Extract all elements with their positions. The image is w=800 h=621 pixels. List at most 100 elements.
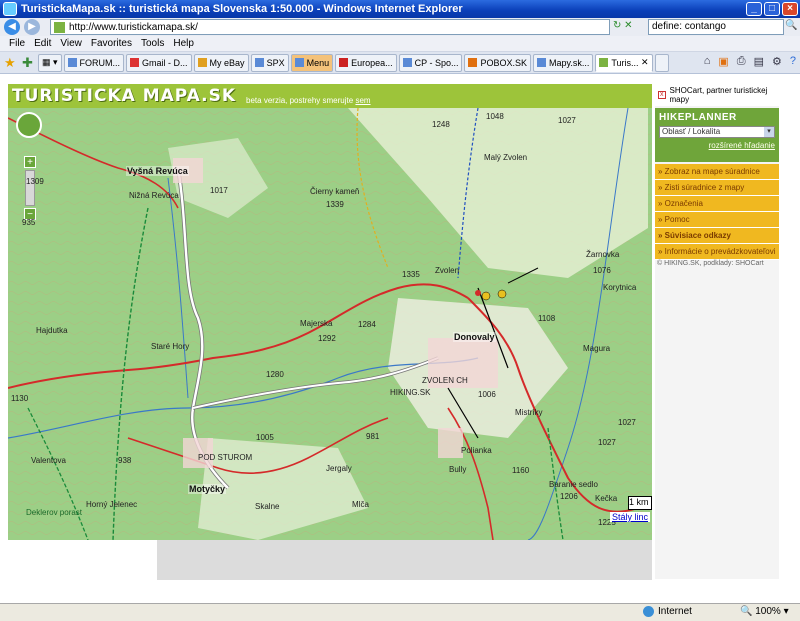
menu-related-links[interactable]: » Súvisiace odkazy bbox=[655, 228, 779, 244]
ie-icon bbox=[3, 2, 17, 16]
map-label: Mlča bbox=[352, 500, 369, 509]
help-icon[interactable]: ? bbox=[790, 55, 796, 68]
home-icon[interactable]: ⌂ bbox=[704, 55, 711, 68]
shocart-banner[interactable]: x SHOCart, partner turistickej mapy bbox=[655, 84, 779, 106]
elevation-label: 1206 bbox=[560, 492, 578, 501]
add-favorite-icon[interactable]: ✚ bbox=[22, 55, 36, 71]
broken-image-icon: x bbox=[658, 91, 666, 99]
tab-icon bbox=[599, 58, 609, 67]
elevation-label: 1076 bbox=[593, 266, 611, 275]
minimize-button[interactable]: _ bbox=[746, 2, 762, 16]
tab-icon bbox=[197, 58, 207, 67]
search-icon[interactable]: 🔍 bbox=[785, 20, 797, 34]
print-icon[interactable]: ⎙ bbox=[737, 55, 746, 68]
map-label: Staré Hory bbox=[151, 342, 190, 351]
elevation-label: 981 bbox=[366, 432, 380, 441]
elevation-label: 1309 bbox=[26, 177, 44, 186]
chevron-down-icon[interactable]: ▾ bbox=[764, 127, 774, 137]
feeds-icon[interactable]: ▣ bbox=[718, 55, 728, 68]
refresh-icon[interactable]: ↻ ✕ bbox=[613, 20, 643, 34]
map-label: Vyšná Revúca bbox=[126, 166, 189, 176]
new-tab-button[interactable] bbox=[654, 53, 669, 72]
elevation-label: 1017 bbox=[210, 186, 228, 195]
tab-icon bbox=[537, 58, 547, 67]
sidebar-panel: x SHOCart, partner turistickej mapy HIKE… bbox=[655, 84, 779, 579]
tab-spx[interactable]: SPX bbox=[250, 53, 289, 72]
security-zone[interactable]: Internet bbox=[643, 606, 692, 617]
tab-mapy[interactable]: Mapy.sk... bbox=[533, 53, 594, 72]
tab-cp[interactable]: CP - Spo... bbox=[398, 53, 463, 72]
map-label: Kečka bbox=[595, 494, 618, 503]
tab-icon bbox=[468, 58, 478, 67]
map-label: Motyčky bbox=[188, 484, 227, 494]
tab-icon bbox=[339, 58, 349, 67]
menu-get-coordinates[interactable]: » Zisti súradnice z mapy bbox=[655, 180, 779, 196]
map-zoom-control: + − bbox=[16, 112, 42, 220]
menu-file[interactable]: File bbox=[9, 38, 25, 49]
zoom-in-button[interactable]: + bbox=[24, 156, 36, 168]
map-label: Zvolen bbox=[435, 266, 460, 275]
location-select[interactable]: Oblasť / Lokalita ▾ bbox=[659, 126, 775, 138]
back-button[interactable]: ◀ bbox=[4, 19, 20, 35]
tab-pobox[interactable]: POBOX.SK bbox=[464, 53, 532, 72]
map-label: Majerska bbox=[300, 319, 333, 328]
page-icon[interactable]: ▤ bbox=[754, 55, 764, 68]
tab-ebay[interactable]: My eBay bbox=[193, 53, 249, 72]
map-label: POD STUROM bbox=[198, 453, 253, 462]
tab-menu[interactable]: Menu bbox=[290, 53, 334, 72]
globe-icon bbox=[643, 606, 654, 617]
menu-markings[interactable]: » Označenia bbox=[655, 196, 779, 212]
menu-operator-info[interactable]: » Informácie o prevádzkovateľovi bbox=[655, 244, 779, 260]
elevation-label: 938 bbox=[118, 456, 132, 465]
elevation-label: 1130 bbox=[11, 394, 29, 403]
tab-turisticka[interactable]: Turis... ✕ bbox=[595, 53, 653, 72]
command-bar: ⌂ ▣ ⎙ ▤ ⚙ ? bbox=[696, 55, 796, 68]
address-field[interactable]: http://www.turistickamapa.sk/ bbox=[50, 19, 610, 35]
forward-button[interactable]: ▶ bbox=[24, 19, 40, 35]
search-input[interactable]: define: contango bbox=[648, 19, 784, 35]
elevation-label: 935 bbox=[22, 218, 36, 227]
map-label: Magura bbox=[583, 344, 611, 353]
tab-forum[interactable]: FORUM... bbox=[63, 53, 125, 72]
menu-tools[interactable]: Tools bbox=[141, 38, 164, 49]
tools-icon[interactable]: ⚙ bbox=[772, 55, 782, 68]
quick-tabs-button[interactable]: ▦ ▾ bbox=[38, 53, 62, 72]
map-label: Bully bbox=[449, 465, 467, 474]
advanced-search-link[interactable]: rozšírené hľadanie bbox=[709, 141, 775, 150]
map-label: Nižná Revúca bbox=[129, 191, 179, 200]
elevation-label: 1292 bbox=[318, 334, 336, 343]
address-url: http://www.turistickamapa.sk/ bbox=[69, 21, 198, 33]
map-label: Donovaly bbox=[453, 332, 496, 342]
map-label: Jergaly bbox=[326, 464, 352, 473]
tab-icon bbox=[402, 58, 412, 67]
map-label: Skalne bbox=[255, 502, 280, 511]
hikeplanner-box: HIKEPLANNER Oblasť / Lokalita ▾ rozšíren… bbox=[655, 108, 779, 162]
tab-icon bbox=[294, 58, 304, 67]
tab-gmail[interactable]: Gmail - D... bbox=[126, 53, 192, 72]
close-button[interactable]: × bbox=[782, 2, 798, 16]
maximize-button[interactable]: □ bbox=[764, 2, 780, 16]
static-link[interactable]: Stály linc bbox=[609, 512, 650, 522]
pan-control-icon[interactable] bbox=[16, 112, 42, 138]
window-title: TuristickaMapa.sk :: turistická mapa Slo… bbox=[21, 3, 463, 15]
zoom-level[interactable]: 🔍 100% ▾ bbox=[740, 606, 789, 617]
menu-edit[interactable]: Edit bbox=[34, 38, 51, 49]
map-label: Mistríky bbox=[515, 408, 543, 417]
favorites-star-icon[interactable]: ★ bbox=[4, 55, 18, 71]
feedback-link[interactable]: sem bbox=[355, 96, 370, 105]
elevation-label: 1108 bbox=[538, 314, 556, 323]
menu-favorites[interactable]: Favorites bbox=[91, 38, 132, 49]
menu-view[interactable]: View bbox=[60, 38, 82, 49]
elevation-label: 1248 bbox=[432, 120, 450, 129]
elevation-label: 1339 bbox=[326, 200, 344, 209]
menu-help[interactable]: Help bbox=[173, 38, 194, 49]
map-label: Žarnovka bbox=[586, 250, 620, 259]
tab-european[interactable]: Europea... bbox=[335, 53, 397, 72]
site-logo[interactable]: TURISTICKA MAPA.SK bbox=[8, 86, 236, 106]
elevation-label: 1027 bbox=[558, 116, 576, 125]
menu-show-coordinates[interactable]: » Zobraz na mape súradnice bbox=[655, 164, 779, 180]
menu-help[interactable]: » Pomoc bbox=[655, 212, 779, 228]
map-viewport[interactable]: + − Vyšná Revúca Nižná Revúca Donovaly M… bbox=[8, 108, 652, 540]
map-footer-area bbox=[157, 540, 652, 580]
zoom-slider[interactable] bbox=[25, 170, 35, 206]
